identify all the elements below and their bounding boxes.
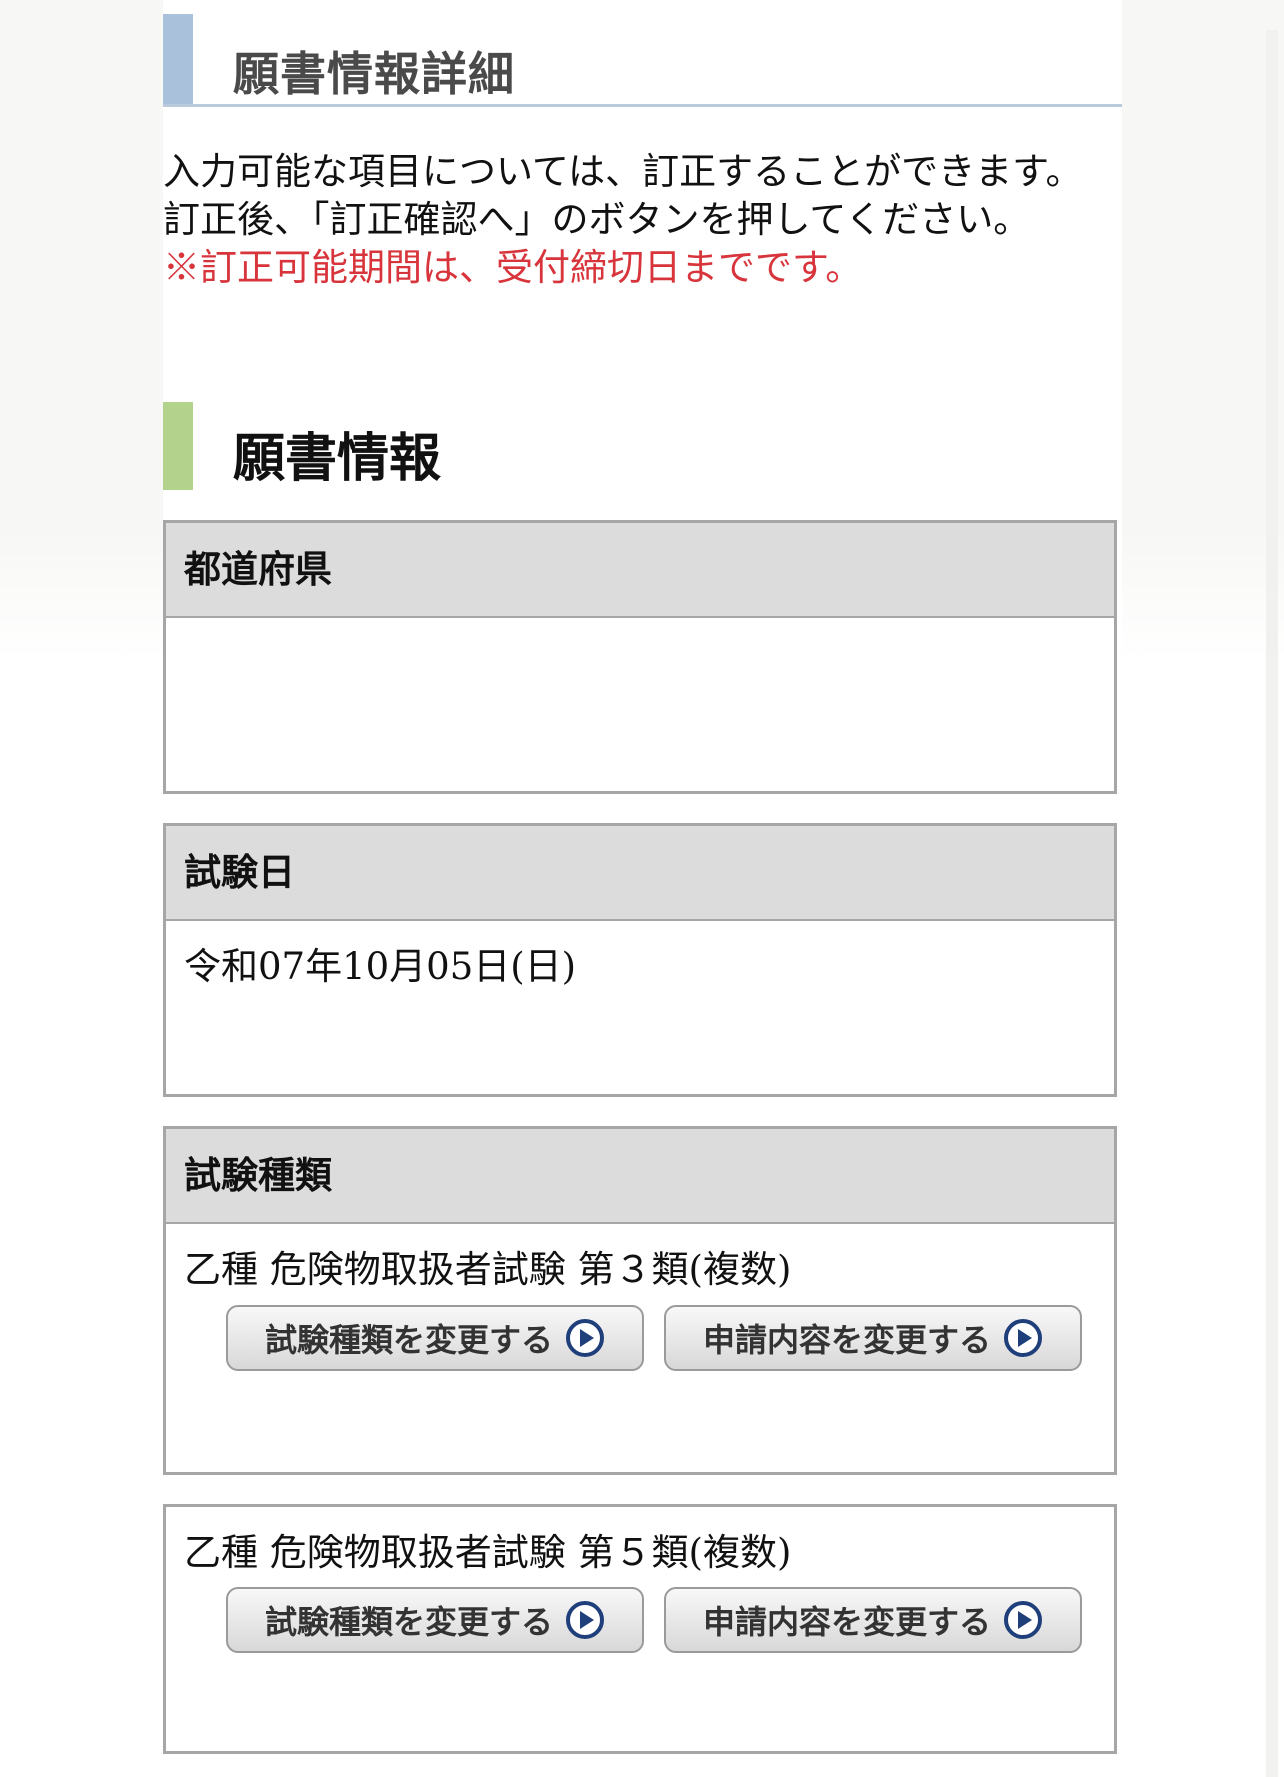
field-label-prefecture: 都道府県 bbox=[166, 523, 1114, 618]
change-application-content-button[interactable]: 申請内容を変更する bbox=[664, 1305, 1082, 1371]
scrollbar-track[interactable] bbox=[1266, 30, 1278, 1777]
change-application-content-label: 申請内容を変更する bbox=[702, 1603, 991, 1641]
change-exam-type-label: 試験種類を変更する bbox=[264, 1603, 553, 1641]
warning-text: ※訂正可能期間は、受付締切日までです。 bbox=[163, 246, 863, 289]
field-label-exam-type: 試験種類 bbox=[166, 1129, 1114, 1224]
intro-line-1: 入力可能な項目については、訂正することができます。 bbox=[163, 150, 1083, 193]
page-header: 願書情報詳細 bbox=[163, 14, 1122, 107]
change-exam-type-button[interactable]: 試験種類を変更する bbox=[226, 1305, 644, 1371]
play-circle-icon bbox=[1004, 1319, 1042, 1357]
field-exam-type-2: 乙種 危険物取扱者試験 第５類(複数) 試験種類を変更する 申請内容を変更する bbox=[163, 1504, 1117, 1754]
exam-type-value-2: 乙種 危険物取扱者試験 第５類(複数) bbox=[184, 1531, 792, 1574]
field-value-prefecture bbox=[166, 618, 1114, 640]
exam-type-value-1: 乙種 危険物取扱者試験 第３類(複数) bbox=[184, 1248, 792, 1291]
page-title: 願書情報詳細 bbox=[233, 47, 515, 101]
play-circle-icon bbox=[566, 1319, 604, 1357]
exam-type-2-buttons: 試験種類を変更する 申請内容を変更する bbox=[226, 1587, 1106, 1653]
section-header: 願書情報 bbox=[163, 402, 1122, 490]
change-application-content-button[interactable]: 申請内容を変更する bbox=[664, 1587, 1082, 1653]
play-circle-icon bbox=[566, 1601, 604, 1639]
main-content: 願書情報詳細 入力可能な項目については、訂正することができます。 訂正後、「訂正… bbox=[163, 0, 1122, 1777]
section-accent-bar bbox=[163, 402, 193, 490]
intro-line-2: 訂正後、「訂正確認へ」のボタンを押してください。 bbox=[163, 198, 1031, 241]
section-title: 願書情報 bbox=[233, 428, 442, 489]
exam-type-1-buttons: 試験種類を変更する 申請内容を変更する bbox=[226, 1305, 1106, 1371]
field-prefecture: 都道府県 bbox=[163, 520, 1117, 794]
field-exam-date: 試験日 令和07年10月05日(日) bbox=[163, 823, 1117, 1097]
change-exam-type-button[interactable]: 試験種類を変更する bbox=[226, 1587, 644, 1653]
header-accent-bar bbox=[163, 14, 193, 104]
play-circle-icon bbox=[1004, 1601, 1042, 1639]
field-value-exam-date: 令和07年10月05日(日) bbox=[184, 945, 577, 988]
change-application-content-label: 申請内容を変更する bbox=[702, 1321, 991, 1359]
field-label-exam-date: 試験日 bbox=[166, 826, 1114, 921]
field-exam-type: 試験種類 乙種 危険物取扱者試験 第３類(複数) 試験種類を変更する 申請内容を… bbox=[163, 1126, 1117, 1475]
intro-text: 入力可能な項目については、訂正することができます。 訂正後、「訂正確認へ」のボタ… bbox=[163, 148, 1122, 292]
change-exam-type-label: 試験種類を変更する bbox=[264, 1321, 553, 1359]
